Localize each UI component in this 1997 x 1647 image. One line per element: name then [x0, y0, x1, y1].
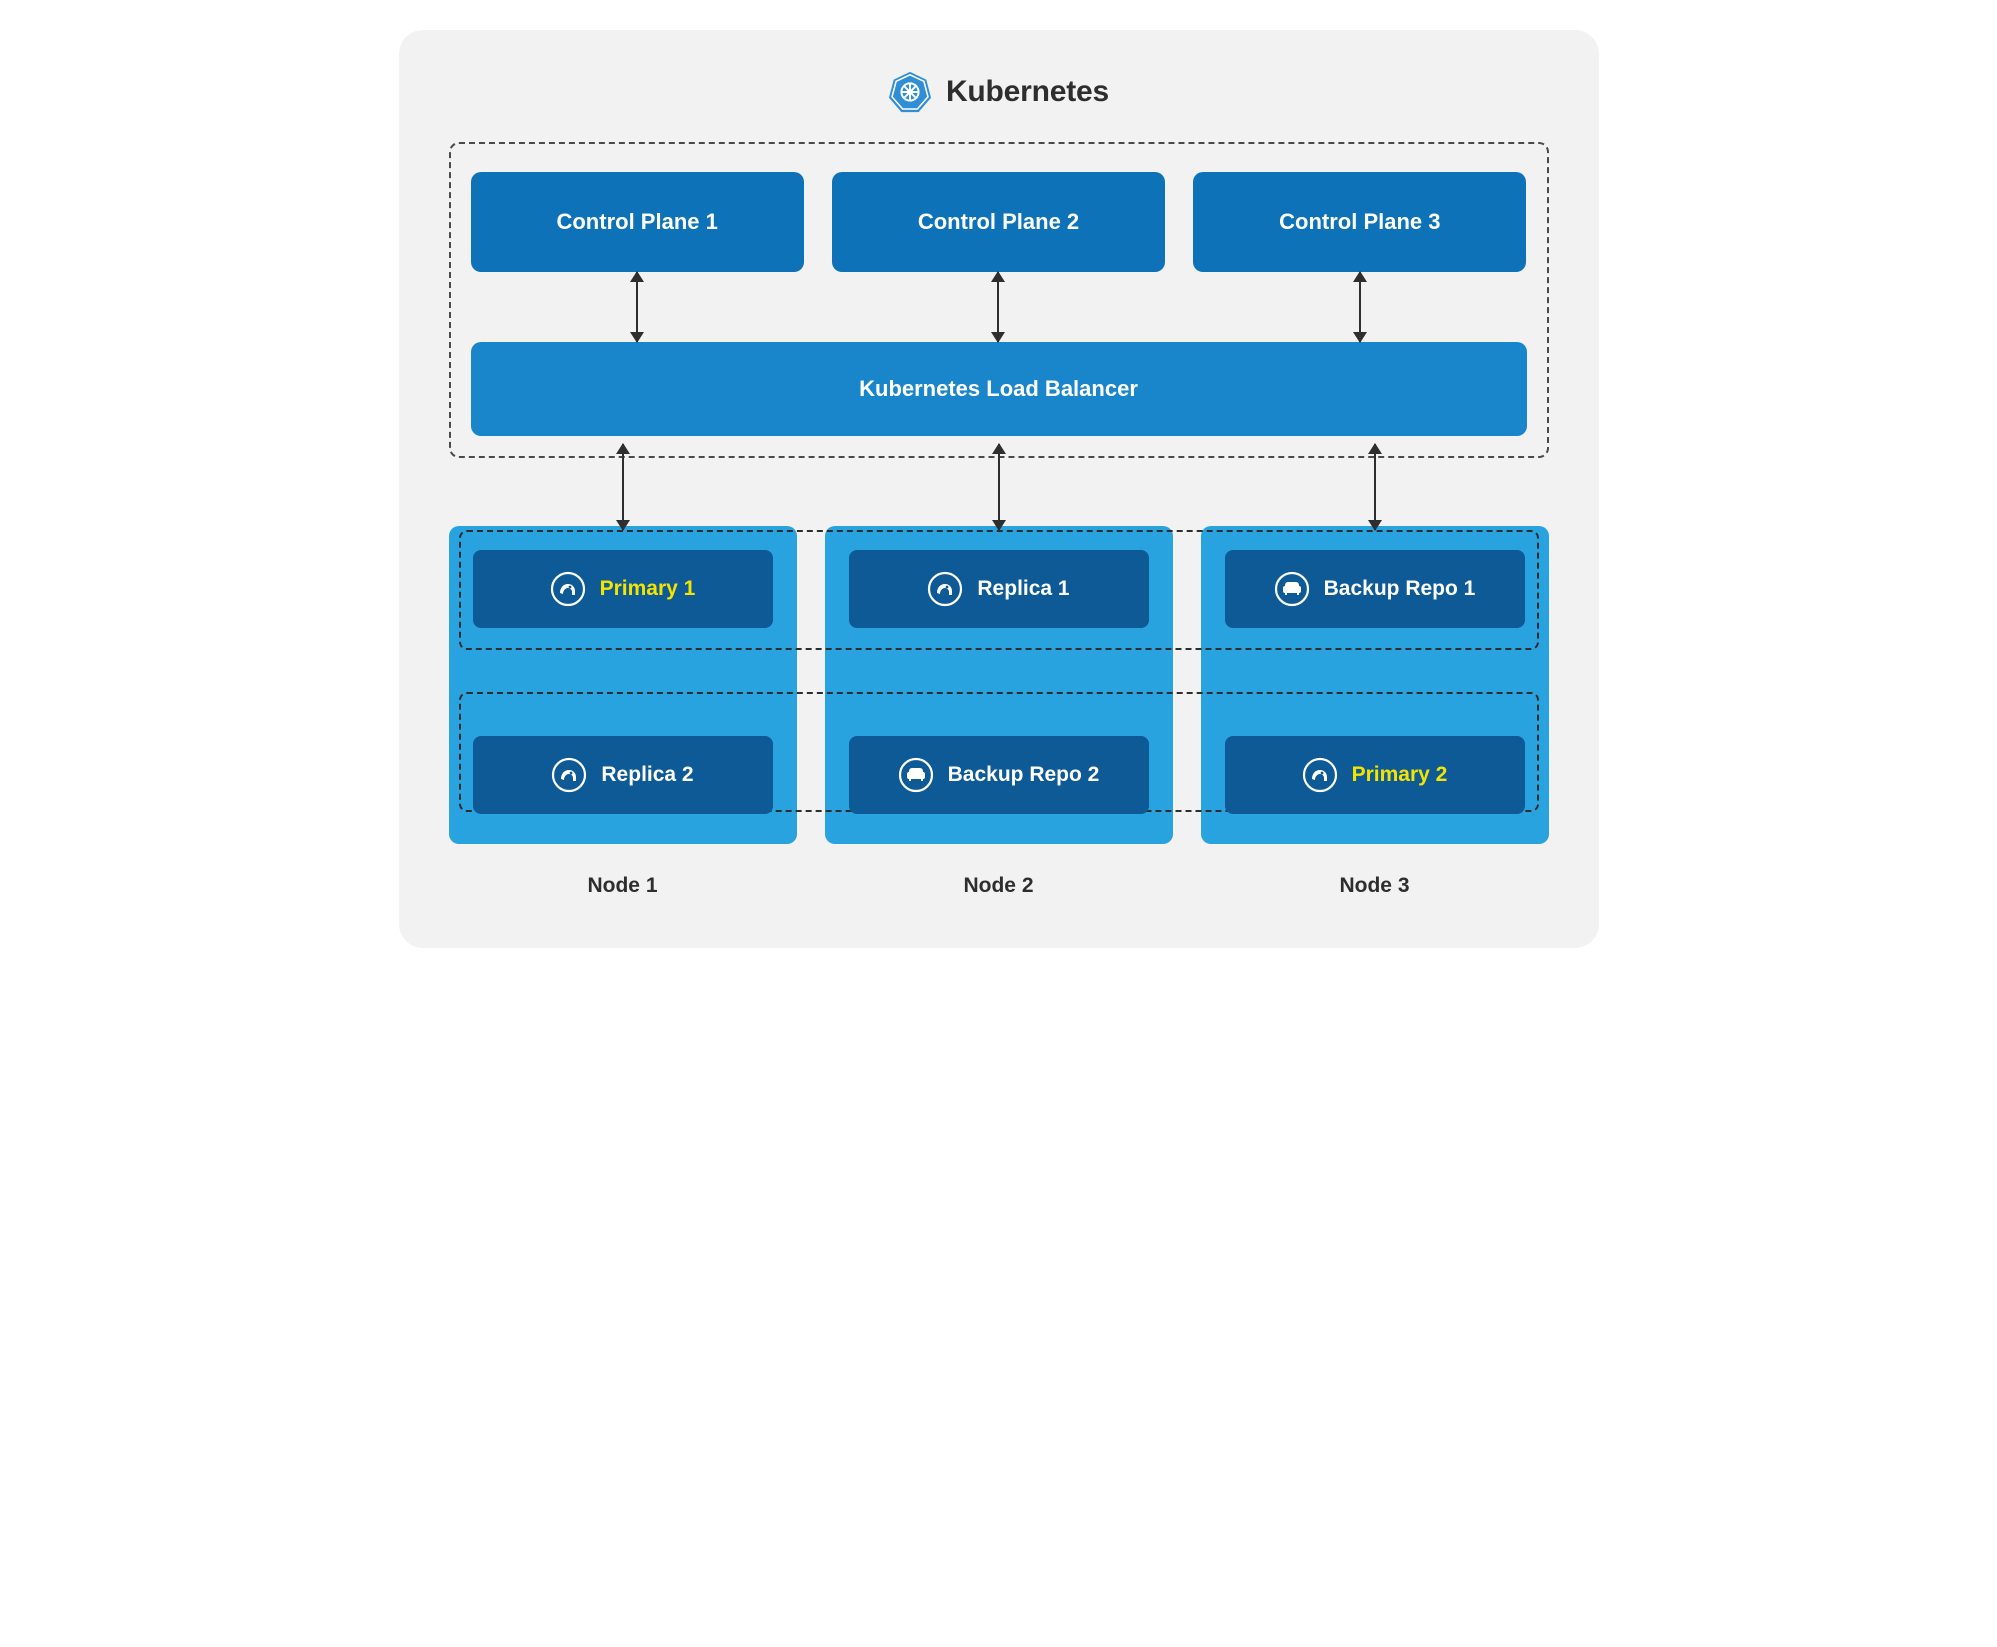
- diagram-canvas: Kubernetes Control Plane 1 Control Plane…: [399, 30, 1599, 948]
- double-arrow-icon: [997, 272, 999, 342]
- load-balancer-label: Kubernetes Load Balancer: [859, 376, 1138, 402]
- elephant-icon: [1302, 757, 1338, 793]
- node-labels-row: Node 1 Node 2 Node 3: [449, 874, 1549, 898]
- control-plane-group: Control Plane 1 Control Plane 2 Control …: [449, 142, 1549, 458]
- sofa-icon: [898, 757, 934, 793]
- pod-backup-repo-1: Backup Repo 1: [1225, 550, 1525, 628]
- elephant-icon: [551, 757, 587, 793]
- node-2: Replica 1 Backup Repo 2: [825, 526, 1173, 844]
- control-plane-label: Control Plane 3: [1279, 209, 1440, 235]
- elephant-icon: [550, 571, 586, 607]
- node-row: Primary 1 Replica 2 Replica 1 Backup Rep…: [449, 526, 1549, 844]
- double-arrow-icon: [1374, 444, 1376, 530]
- control-plane-3: Control Plane 3: [1193, 172, 1526, 272]
- node-label-2: Node 2: [825, 874, 1173, 898]
- kubernetes-title: Kubernetes: [946, 75, 1109, 109]
- control-plane-label: Control Plane 2: [918, 209, 1079, 235]
- pod-label: Replica 1: [977, 577, 1069, 601]
- arrow-row-cp-lb: [471, 272, 1527, 342]
- control-plane-1: Control Plane 1: [471, 172, 804, 272]
- double-arrow-icon: [1359, 272, 1361, 342]
- pod-primary-1: Primary 1: [473, 550, 773, 628]
- sofa-icon: [1274, 571, 1310, 607]
- double-arrow-icon: [998, 444, 1000, 530]
- pod-label: Backup Repo 1: [1324, 577, 1476, 601]
- double-arrow-icon: [636, 272, 638, 342]
- node-label-1: Node 1: [449, 874, 797, 898]
- double-arrow-icon: [622, 444, 624, 530]
- control-plane-row: Control Plane 1 Control Plane 2 Control …: [471, 172, 1527, 272]
- node-1: Primary 1 Replica 2: [449, 526, 797, 844]
- control-plane-2: Control Plane 2: [832, 172, 1165, 272]
- node-area: Primary 1 Replica 2 Replica 1 Backup Rep…: [449, 526, 1549, 898]
- kubernetes-header: Kubernetes: [449, 70, 1549, 114]
- pod-backup-repo-2: Backup Repo 2: [849, 736, 1149, 814]
- pod-primary-2: Primary 2: [1225, 736, 1525, 814]
- arrow-row-lb-nodes: [449, 444, 1549, 530]
- pod-label: Replica 2: [601, 763, 693, 787]
- pod-replica-1: Replica 1: [849, 550, 1149, 628]
- elephant-icon: [927, 571, 963, 607]
- pod-label: Backup Repo 2: [948, 763, 1100, 787]
- load-balancer: Kubernetes Load Balancer: [471, 342, 1527, 436]
- pod-replica-2: Replica 2: [473, 736, 773, 814]
- control-plane-label: Control Plane 1: [556, 209, 717, 235]
- kubernetes-icon: [888, 70, 932, 114]
- pod-label: Primary 2: [1352, 763, 1448, 787]
- pod-label: Primary 1: [600, 577, 696, 601]
- node-label-3: Node 3: [1201, 874, 1549, 898]
- node-3: Backup Repo 1 Primary 2: [1201, 526, 1549, 844]
